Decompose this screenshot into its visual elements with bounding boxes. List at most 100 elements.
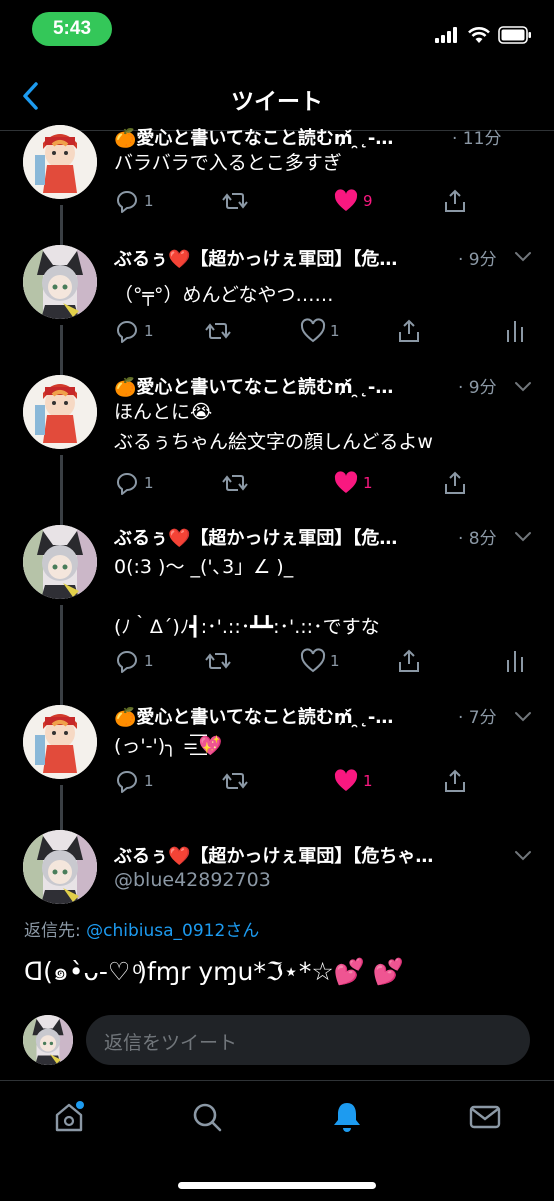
tweet-author: 🍊愛心と書いてなこと読む₥̆́ ̯˛-… [114, 377, 394, 398]
share-button[interactable] [442, 188, 468, 214]
chevron-down-icon[interactable] [512, 375, 534, 397]
reply-button[interactable]: 1 [114, 768, 154, 794]
reply-icon [116, 473, 137, 495]
analytics-button[interactable] [503, 318, 529, 344]
avatar[interactable] [23, 525, 97, 599]
status-time: 5:43 [32, 12, 112, 46]
reply-button[interactable]: 1 [114, 318, 154, 344]
like-button[interactable]: 1 [333, 470, 373, 496]
share-icon [445, 190, 465, 212]
tweet-author: ぶるぅ❤️【超かっけぇ軍団】【危… [114, 249, 398, 270]
like-count: 9 [363, 192, 373, 210]
share-button[interactable] [396, 648, 422, 674]
heart-filled-icon [334, 471, 358, 493]
tweet-time: · 11分 [452, 129, 502, 149]
reply-icon [116, 771, 137, 793]
tweet-author: 🍊愛心と書いてなこと読む₥̆́ ̯˛-… [114, 707, 394, 728]
home-icon[interactable] [52, 1100, 86, 1134]
tweet-author: ぶるぅ❤️【超かっけぇ軍団】【危… [114, 528, 398, 549]
like-button[interactable]: 9 [333, 188, 373, 214]
tweet-text: バラバラで入るとこ多すぎ [114, 152, 342, 174]
retweet-icon [205, 323, 231, 339]
page-title: ツイート [231, 89, 323, 115]
retweet-button[interactable] [205, 318, 231, 344]
chevron-down-icon[interactable] [512, 245, 534, 267]
reply-count: 1 [144, 652, 154, 670]
nav-bar: ツイート [0, 62, 554, 131]
tweet-time: · 9分 [458, 378, 497, 398]
author-handle[interactable]: @blue42892703 [114, 869, 271, 891]
thread-line [60, 205, 63, 245]
share-button[interactable] [442, 768, 468, 794]
tweet-author[interactable]: ぶるぅ❤️【超かっけぇ軍団】【危ちゃ… [114, 842, 509, 868]
chevron-down-icon[interactable] [512, 705, 534, 727]
reply-button[interactable]: 1 [114, 648, 154, 674]
like-count: 1 [330, 652, 340, 670]
reply-to-label: 返信先: [24, 921, 87, 941]
search-icon[interactable] [190, 1100, 224, 1134]
share-icon [445, 770, 465, 792]
tweet-time: · 7分 [458, 708, 497, 728]
tweet-text: (っ'-')╮ =͟͟͞͞💖 [114, 735, 223, 757]
reply-icon [116, 651, 137, 673]
share-icon [399, 320, 419, 342]
retweet-icon [205, 653, 231, 669]
heart-filled-icon [334, 769, 358, 791]
chevron-down-icon[interactable] [512, 525, 534, 547]
signal-icon [435, 27, 457, 43]
avatar[interactable] [23, 830, 97, 904]
tweet-text: ほんとに😭 ぶるぅちゃん絵文字の顔しんどるよw [114, 401, 433, 453]
retweet-icon [222, 193, 248, 209]
analytics-button[interactable] [503, 648, 529, 674]
avatar[interactable] [23, 125, 97, 199]
thread-line [60, 605, 63, 705]
heart-icon [300, 648, 326, 672]
share-button[interactable] [442, 470, 468, 496]
retweet-button[interactable] [205, 648, 231, 674]
retweet-button[interactable] [222, 188, 248, 214]
reply-input-placeholder: 返信をツイート [104, 1032, 238, 1054]
retweet-button[interactable] [222, 768, 248, 794]
reply-count: 1 [144, 192, 154, 210]
reply-to-line: 返信先: @chibiusa_0912さん [24, 916, 259, 941]
battery-icon [498, 26, 531, 44]
like-button[interactable]: 1 [333, 768, 373, 794]
heart-icon [300, 318, 326, 342]
reply-count: 1 [144, 772, 154, 790]
heart-filled-icon [334, 189, 358, 211]
tweet-text: （°╤°）めんどなやつ…… [114, 284, 334, 306]
reply-to-link[interactable]: @chibiusa_0912さん [86, 921, 259, 941]
thread-line [60, 785, 63, 830]
share-icon [445, 472, 465, 494]
notifications-icon[interactable] [330, 1100, 364, 1134]
reply-button[interactable]: 1 [114, 188, 154, 214]
messages-icon[interactable] [468, 1100, 502, 1134]
reply-icon [116, 321, 137, 343]
share-button[interactable] [396, 318, 422, 344]
retweet-button[interactable] [222, 470, 248, 496]
like-button[interactable]: 1 [300, 318, 340, 344]
reply-count: 1 [144, 322, 154, 340]
analytics-icon [507, 651, 523, 672]
avatar[interactable] [23, 705, 97, 779]
compose-avatar [23, 1015, 73, 1065]
reply-icon [116, 191, 137, 213]
chevron-down-icon[interactable] [512, 844, 534, 866]
like-button[interactable]: 1 [300, 648, 340, 674]
tweet-author: 🍊愛心と書いてなこと読む₥̆́ ̯˛-… [114, 128, 394, 149]
avatar[interactable] [23, 245, 97, 319]
retweet-icon [222, 475, 248, 491]
thread-line [60, 455, 63, 525]
reply-count: 1 [144, 474, 154, 492]
like-count: 1 [330, 322, 340, 340]
analytics-icon [507, 321, 523, 342]
reply-button[interactable]: 1 [114, 470, 154, 496]
tweet-text: 0(:3 )〜 _('､3」∠ )_ (ﾉ｀Δ´)ﾉ┫:･'.::･┻┻:･'.… [114, 556, 380, 638]
like-count: 1 [363, 772, 373, 790]
wifi-icon [468, 27, 490, 43]
retweet-icon [222, 773, 248, 789]
like-count: 1 [363, 474, 373, 492]
avatar[interactable] [23, 375, 97, 449]
home-indicator [178, 1182, 376, 1189]
share-icon [399, 650, 419, 672]
